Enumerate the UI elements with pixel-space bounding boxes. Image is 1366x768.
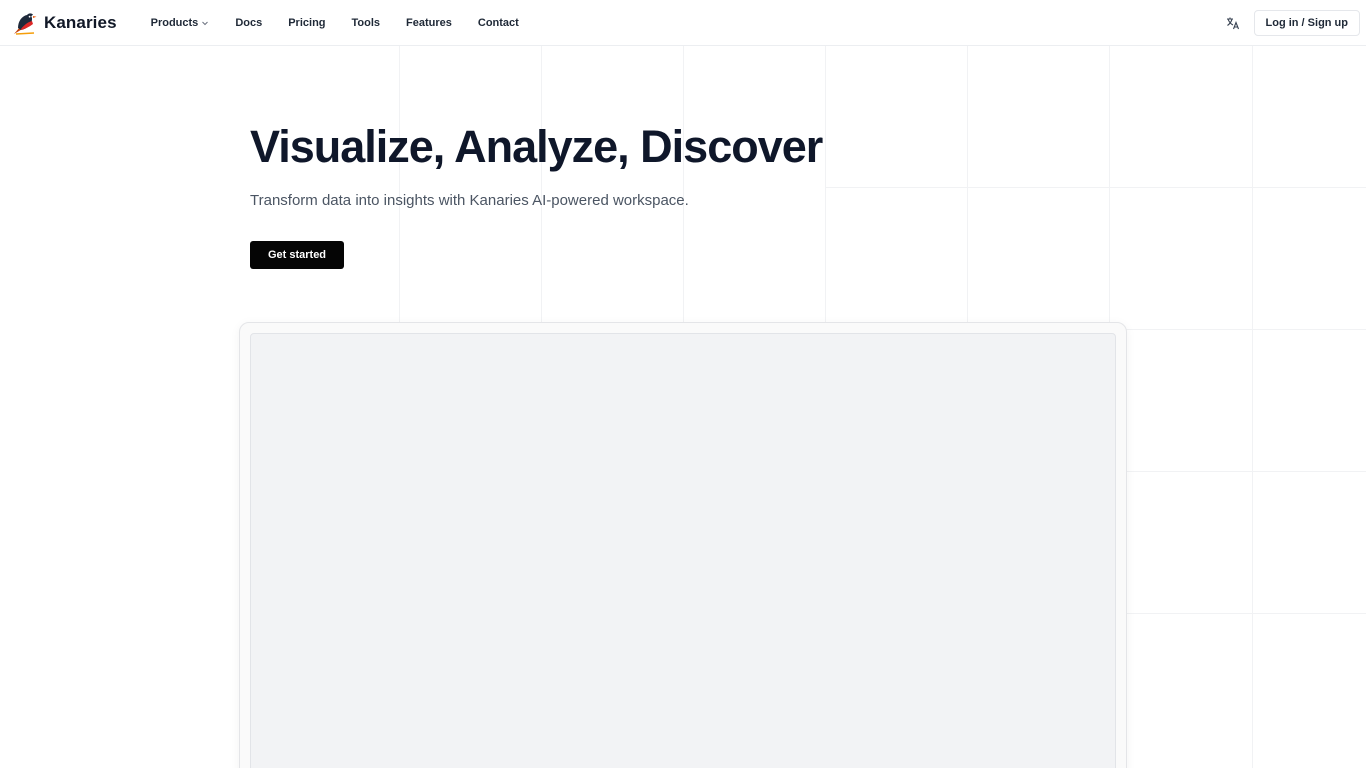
login-signup-button[interactable]: Log in / Sign up [1253, 9, 1360, 36]
nav-item-label: Pricing [288, 16, 326, 29]
bird-logo-icon [14, 12, 37, 35]
get-started-button[interactable]: Get started [250, 241, 344, 269]
translate-icon [1226, 17, 1239, 29]
nav-item-contact[interactable]: Contact [478, 11, 519, 35]
nav-item-pricing[interactable]: Pricing [288, 11, 325, 35]
hero-subtitle: Transform data into insights with Kanari… [250, 192, 689, 209]
product-preview-frame [239, 322, 1127, 768]
chevron-down-icon [202, 21, 209, 25]
nav-item-products[interactable]: Products [151, 11, 210, 35]
nav-item-label: Contact [477, 16, 519, 29]
top-navbar: Kanaries Products Docs Pricing Tools Fea… [0, 0, 1366, 46]
main-nav: Products Docs Pricing Tools Features Con… [151, 11, 545, 35]
language-button[interactable] [1222, 12, 1244, 34]
nav-item-label: Docs [235, 16, 263, 29]
hero-section: Visualize, Analyze, Discover Transform d… [250, 120, 823, 269]
nav-item-label: Features [406, 16, 452, 29]
nav-item-label: Products [150, 16, 199, 29]
brand-name: Kanaries [44, 12, 117, 32]
product-preview-placeholder [250, 333, 1116, 768]
brand-logo[interactable]: Kanaries [12, 10, 117, 36]
nav-item-tools[interactable]: Tools [352, 11, 381, 35]
nav-item-features[interactable]: Features [406, 11, 452, 35]
page: Kanaries Products Docs Pricing Tools Fea… [0, 0, 1366, 768]
nav-item-label: Tools [351, 16, 381, 29]
hero-title: Visualize, Analyze, Discover [250, 121, 823, 172]
header-actions: Log in / Sign up [1222, 9, 1360, 36]
nav-item-docs[interactable]: Docs [235, 11, 262, 35]
